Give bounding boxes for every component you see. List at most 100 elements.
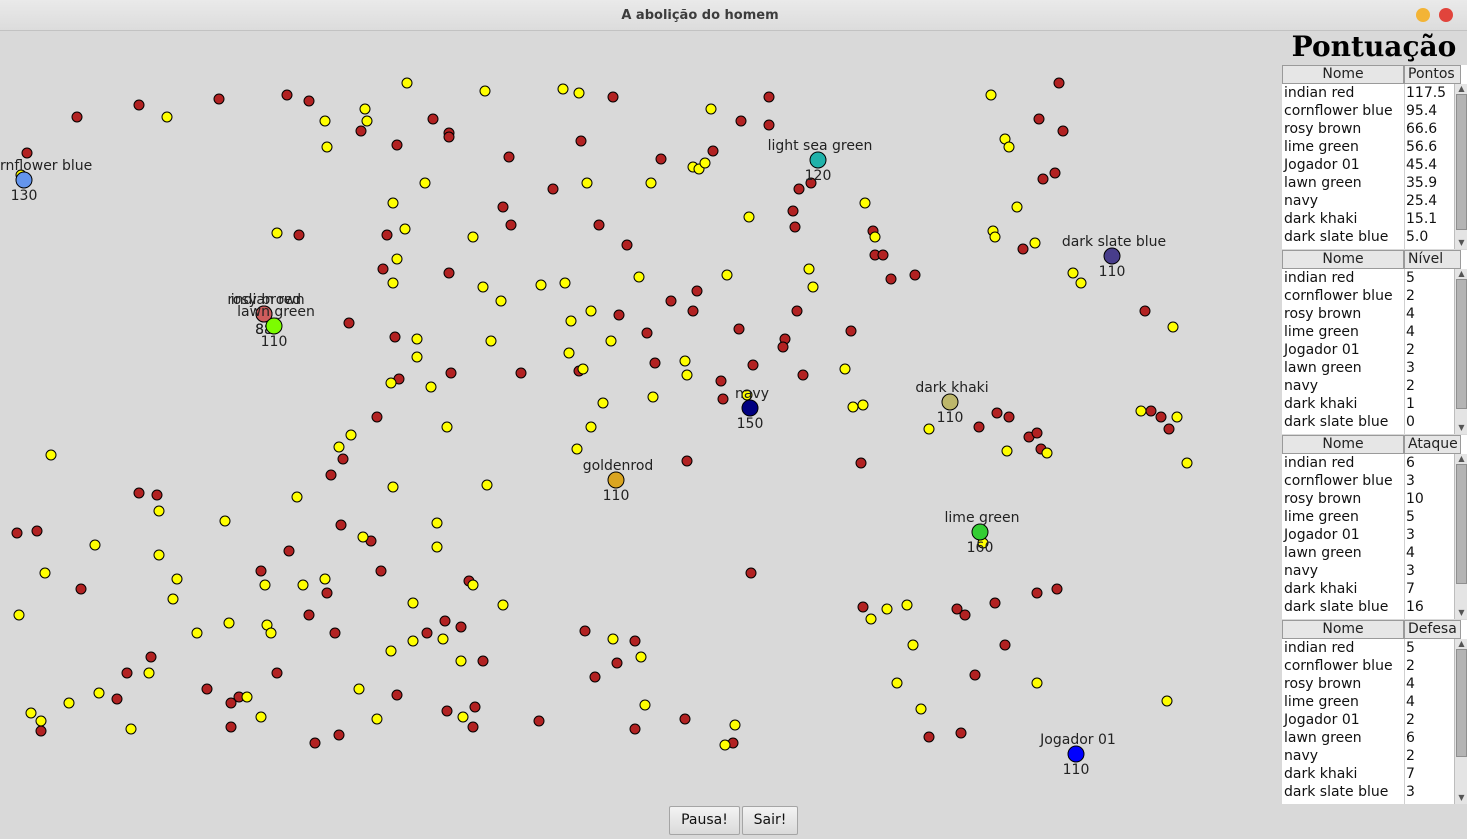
table-row[interactable]: navy 3 [1282, 562, 1454, 580]
table-row[interactable]: cornflower blue 95.4 [1282, 102, 1454, 120]
scroll-thumb[interactable] [1456, 94, 1467, 230]
scroll-down-icon[interactable]: ▼ [1456, 423, 1467, 433]
table-row[interactable]: dark khaki 7 [1282, 580, 1454, 598]
food-dot [557, 83, 569, 95]
cell-name: rosy brown [1284, 491, 1362, 507]
cell-value: 4 [1406, 306, 1415, 322]
scroll-up-icon[interactable]: ▲ [1456, 84, 1467, 94]
poison-dot [477, 655, 489, 667]
table-row[interactable]: navy 25.4 [1282, 192, 1454, 210]
column-header-name[interactable]: Nome [1282, 435, 1404, 454]
poison-dot [845, 325, 857, 337]
window-titlebar[interactable]: A abolição do homem [0, 0, 1467, 31]
cell-name: Jogador 01 [1284, 527, 1360, 543]
cell-name: lawn green [1284, 730, 1362, 746]
table-row[interactable]: lime green 4 [1282, 693, 1454, 711]
food-dot [167, 593, 179, 605]
poison-dot [371, 411, 383, 423]
poison-dot [1051, 583, 1063, 595]
table-row[interactable]: rosy brown 4 [1282, 675, 1454, 693]
scroll-thumb[interactable] [1456, 464, 1467, 584]
table-row[interactable]: lawn green 3 [1282, 359, 1454, 377]
table-row[interactable]: Jogador 01 2 [1282, 341, 1454, 359]
table-row[interactable]: indian red 5 [1282, 269, 1454, 287]
table-row[interactable]: rosy brown 4 [1282, 305, 1454, 323]
food-dot [153, 505, 165, 517]
table-row[interactable]: Jogador 01 3 [1282, 526, 1454, 544]
scrollbar[interactable]: ▲ ▼ [1454, 84, 1467, 249]
quit-button[interactable]: Sair! [742, 806, 798, 835]
minimize-button[interactable] [1416, 8, 1430, 22]
poison-dot [909, 269, 921, 281]
food-dot [577, 363, 589, 375]
table-row[interactable]: dark khaki 1 [1282, 395, 1454, 413]
column-header-name[interactable]: Nome [1282, 65, 1404, 84]
scroll-thumb[interactable] [1456, 279, 1467, 409]
table-row[interactable]: dark slate blue 3 [1282, 783, 1454, 801]
table-row[interactable]: cornflower blue 3 [1282, 472, 1454, 490]
table-row[interactable]: navy 2 [1282, 747, 1454, 765]
table-row[interactable]: indian red 117.5 [1282, 84, 1454, 102]
column-header-level[interactable]: Nível [1404, 250, 1461, 269]
cell-name: navy [1284, 563, 1319, 579]
scroll-up-icon[interactable]: ▲ [1456, 639, 1467, 649]
table-row[interactable]: dark khaki 15.1 [1282, 210, 1454, 228]
column-header-points[interactable]: Pontos [1404, 65, 1461, 84]
table-row[interactable]: Jogador 01 45.4 [1282, 156, 1454, 174]
table-row[interactable]: Jogador 01 2 [1282, 711, 1454, 729]
table-row[interactable]: lawn green 4 [1282, 544, 1454, 562]
cell-name: lime green [1284, 324, 1359, 340]
poison-dot [469, 701, 481, 713]
table-level[interactable]: Nome Nível indian red 5 cornflower blue 2 rosy… [1282, 250, 1467, 434]
food-dot [681, 369, 693, 381]
column-header-defense[interactable]: Defesa [1404, 620, 1461, 639]
table-row[interactable]: lime green 5 [1282, 508, 1454, 526]
food-dot [291, 491, 303, 503]
game-canvas[interactable]: cornflower blue 130 light sea green 120 dark… [0, 30, 1262, 800]
column-header-name[interactable]: Nome [1282, 620, 1404, 639]
table-row[interactable]: dark khaki 7 [1282, 765, 1454, 783]
poison-dot [335, 519, 347, 531]
table-row[interactable]: lime green 56.6 [1282, 138, 1454, 156]
player-cornflower-blue-token [15, 171, 33, 189]
poison-dot [991, 407, 1003, 419]
table-row[interactable]: lawn green 35.9 [1282, 174, 1454, 192]
table-row[interactable]: dark slate blue 16 [1282, 598, 1454, 616]
scroll-up-icon[interactable]: ▲ [1456, 454, 1467, 464]
food-dot [881, 603, 893, 615]
table-row[interactable]: lawn green 6 [1282, 729, 1454, 747]
scroll-down-icon[interactable]: ▼ [1456, 793, 1467, 803]
table-row[interactable]: dark slate blue 0 [1282, 413, 1454, 431]
scrollbar[interactable]: ▲ ▼ [1454, 454, 1467, 619]
table-row[interactable]: cornflower blue 2 [1282, 287, 1454, 305]
table-row[interactable]: rosy brown 66.6 [1282, 120, 1454, 138]
table-row[interactable]: cornflower blue 2 [1282, 657, 1454, 675]
scroll-down-icon[interactable]: ▼ [1456, 608, 1467, 618]
cell-value: 7 [1406, 581, 1415, 597]
pause-button[interactable]: Pausa! [669, 806, 740, 835]
column-header-name[interactable]: Nome [1282, 250, 1404, 269]
scrollbar[interactable]: ▲ ▼ [1454, 639, 1467, 804]
table-attack[interactable]: Nome Ataque indian red 6 cornflower blue 3 ros… [1282, 435, 1467, 619]
poison-dot [1017, 243, 1029, 255]
table-row[interactable]: rosy brown 10 [1282, 490, 1454, 508]
table-row[interactable]: lime green 4 [1282, 323, 1454, 341]
close-button[interactable] [1439, 8, 1453, 22]
scroll-thumb[interactable] [1456, 649, 1467, 757]
scrollbar[interactable]: ▲ ▼ [1454, 269, 1467, 434]
food-dot [319, 573, 331, 585]
scroll-down-icon[interactable]: ▼ [1456, 238, 1467, 248]
cell-name: dark slate blue [1284, 784, 1389, 800]
cell-name: lawn green [1284, 360, 1362, 376]
table-row[interactable]: navy 2 [1282, 377, 1454, 395]
food-dot [477, 281, 489, 293]
food-dot [411, 351, 423, 363]
table-row[interactable]: indian red 5 [1282, 639, 1454, 657]
table-defense[interactable]: Nome Defesa indian red 5 cornflower blue 2 ros… [1282, 620, 1467, 804]
scroll-up-icon[interactable]: ▲ [1456, 269, 1467, 279]
table-row[interactable]: indian red 6 [1282, 454, 1454, 472]
poison-dot [1031, 427, 1043, 439]
column-header-attack[interactable]: Ataque [1404, 435, 1461, 454]
table-row[interactable]: dark slate blue 5.0 [1282, 228, 1454, 246]
table-points[interactable]: Nome Pontos indian red 117.5 cornflower blue… [1282, 65, 1467, 249]
